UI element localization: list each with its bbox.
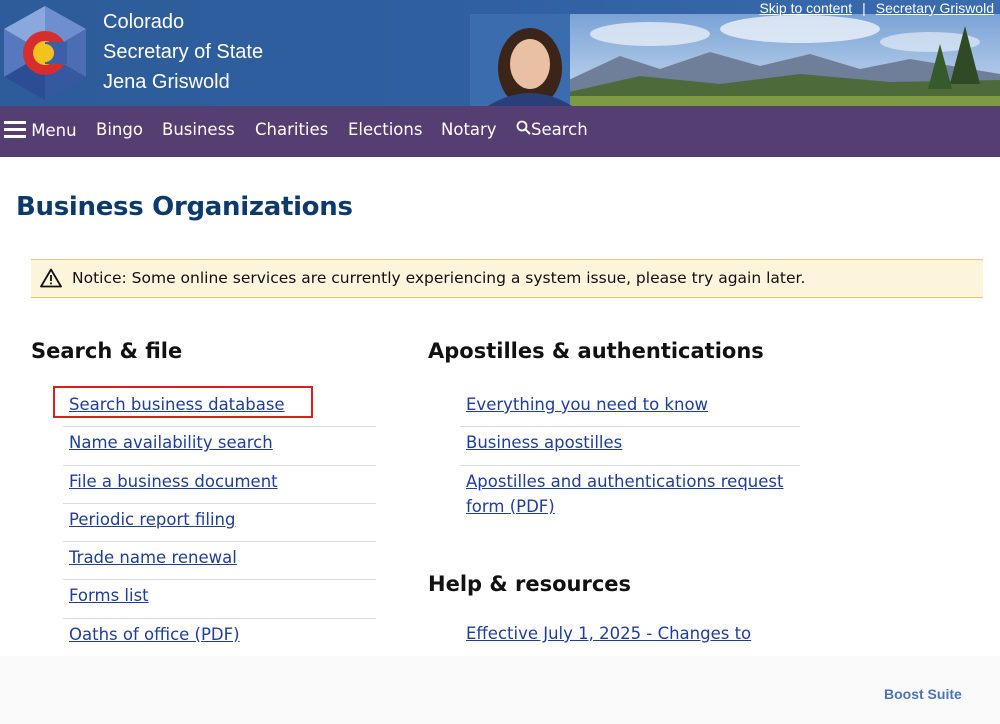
apostilles-request-form-link[interactable]: Apostilles and authentications request f… [466,472,783,516]
nav-search-button[interactable]: Search [516,120,588,139]
everything-you-need-to-know-link[interactable]: Everything you need to know [466,395,708,414]
list-item: Oaths of office (PDF) [63,619,376,658]
apostilles-list: Everything you need to know Business apo… [460,389,800,526]
file-business-document-link[interactable]: File a business document [69,472,278,491]
periodic-report-filing-link[interactable]: Periodic report filing [69,510,235,529]
help-resources-heading: Help & resources [428,572,632,596]
menu-label: Menu [31,121,77,140]
nav-item-notary[interactable]: Notary [441,120,497,139]
hamburger-icon [4,121,26,138]
forms-list-link[interactable]: Forms list [69,586,149,605]
business-apostilles-link[interactable]: Business apostilles [466,433,622,452]
warning-icon [40,268,62,288]
notice-banner: Notice: Some online services are current… [31,259,983,298]
list-item: Business apostilles [460,427,800,466]
skip-to-content-link[interactable]: Skip to content [759,0,852,16]
link-separator: | [862,0,866,16]
name-availability-search-link[interactable]: Name availability search [69,433,273,452]
search-file-list: Search business database Name availabili… [63,389,376,658]
nav-item-charities[interactable]: Charities [255,120,328,139]
list-item: Forms list [63,580,376,619]
apostilles-heading: Apostilles & authentications [428,339,764,363]
site-header: Colorado Secretary of State Jena Griswol… [0,0,1000,106]
nav-item-business[interactable]: Business [162,120,235,139]
secretary-griswold-link[interactable]: Secretary Griswold [876,0,994,16]
menu-button[interactable]: Menu [4,120,77,140]
page-bottom-fade [0,656,1000,724]
notice-text: Notice: Some online services are current… [72,269,806,287]
oaths-of-office-link[interactable]: Oaths of office (PDF) [69,625,240,644]
colorado-sos-logo[interactable] [2,4,88,102]
boost-suite-badge[interactable]: Boost Suite [884,686,962,702]
main-nav: Menu Bingo Business Charities Elections … [0,106,1000,157]
search-label: Search [531,120,588,139]
header-banner-image [470,14,1000,106]
list-item: Name availability search [63,427,376,466]
list-item: File a business document [63,466,376,504]
nav-item-bingo[interactable]: Bingo [96,120,143,139]
list-item: Trade name renewal [63,542,376,581]
list-item: Everything you need to know [460,389,800,428]
site-title-line-3[interactable]: Jena Griswold [103,71,230,94]
changes-july-2025-link[interactable]: Effective July 1, 2025 - Changes to [466,624,751,643]
list-item: Periodic report filing [63,504,376,543]
nav-item-elections[interactable]: Elections [348,120,422,139]
list-item: Apostilles and authentications request f… [460,466,800,526]
utility-links: Skip to content | Secretary Griswold [759,0,994,16]
site-title-line-1[interactable]: Colorado [103,11,184,34]
site-title-line-2[interactable]: Secretary of State [103,41,263,64]
trade-name-renewal-link[interactable]: Trade name renewal [69,548,237,567]
search-file-heading: Search & file [31,339,183,363]
highlight-box [53,386,313,418]
search-icon [516,120,531,135]
page-title: Business Organizations [16,192,353,222]
